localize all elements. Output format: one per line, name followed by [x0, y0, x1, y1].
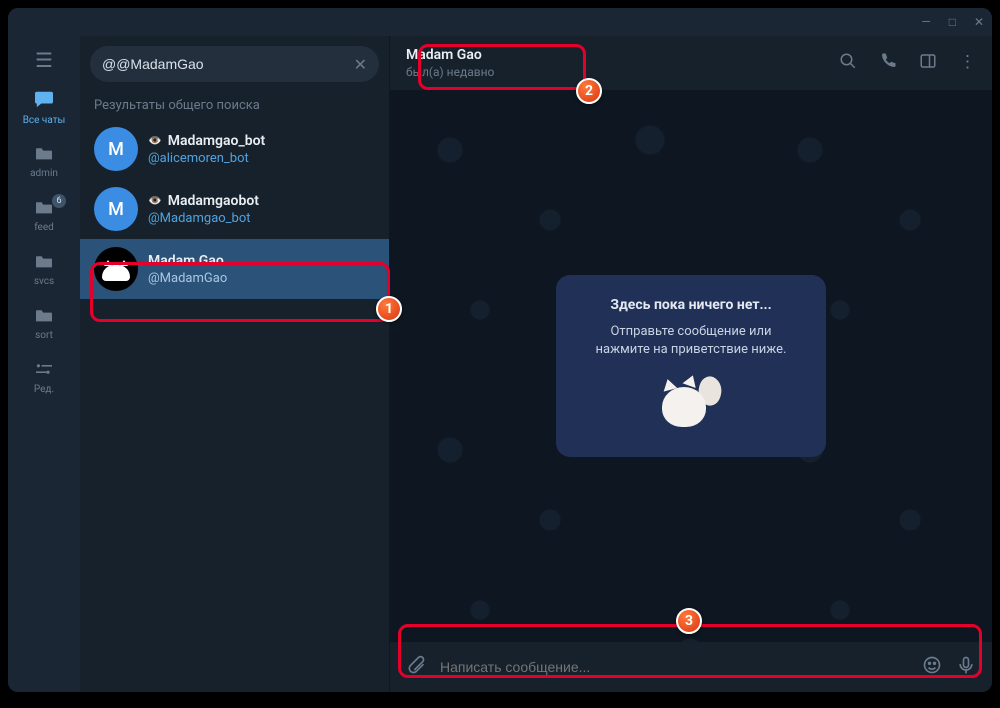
avatar: M	[94, 187, 138, 231]
search-input-wrapper[interactable]: ✕	[90, 46, 379, 82]
folder-icon	[34, 307, 54, 328]
rail-folder-admin[interactable]: admin	[12, 138, 76, 186]
search-input[interactable]	[102, 56, 346, 72]
avatar: M	[94, 127, 138, 171]
empty-subtitle: Отправьте сообщение или нажмите на приве…	[582, 323, 800, 359]
attach-icon[interactable]	[406, 655, 426, 680]
result-handle: @Madamgao_bot	[148, 211, 259, 226]
window-close-icon[interactable]: ✕	[974, 15, 984, 29]
annotation-badge-1: 1	[376, 296, 402, 322]
chat-area: Madam Gao был(а) недавно ⋮	[390, 36, 992, 692]
folder-icon	[34, 253, 54, 274]
result-name: Madamgao_bot	[168, 133, 266, 149]
voice-icon[interactable]	[956, 655, 976, 680]
rail-label: svcs	[34, 276, 54, 287]
folder-rail: ☰ Все чаты admin 6 feed	[8, 36, 80, 692]
search-result[interactable]: M 👁️ Madamgaobot @Madamgao_bot	[80, 179, 389, 239]
chat-body: Здесь пока ничего нет... Отправьте сообщ…	[390, 90, 992, 642]
chat-header: Madam Gao был(а) недавно ⋮	[390, 36, 992, 90]
unread-badge: 6	[52, 194, 66, 208]
menu-icon[interactable]: ☰	[35, 48, 53, 72]
result-handle: @MadamGao	[148, 271, 227, 286]
rail-label: sort	[35, 330, 53, 341]
avatar	[94, 247, 138, 291]
window-minimize-icon[interactable]: —	[921, 15, 930, 29]
result-name: Madamgaobot	[168, 193, 259, 209]
rail-label: Все чаты	[23, 115, 66, 126]
titlebar: — □ ✕	[8, 8, 992, 36]
call-icon[interactable]	[879, 52, 897, 75]
rail-label: feed	[34, 222, 54, 233]
bot-icon: 👁️	[148, 134, 162, 147]
window-maximize-icon[interactable]: □	[949, 15, 956, 29]
app-window: — □ ✕ ☰ Все чаты admin	[8, 8, 992, 692]
more-icon[interactable]: ⋮	[959, 52, 976, 75]
empty-chat-card[interactable]: Здесь пока ничего нет... Отправьте сообщ…	[556, 275, 826, 457]
annotation-badge-3: 3	[676, 608, 702, 634]
rail-edit-folders[interactable]: Ред.	[12, 354, 76, 402]
clear-search-icon[interactable]: ✕	[354, 55, 367, 74]
annotation-badge-2: 2	[576, 78, 602, 104]
rail-label: Ред.	[34, 384, 54, 395]
chat-list-panel: ✕ Результаты общего поиска M 👁️ Madamgao_…	[80, 36, 390, 692]
settings-icon	[34, 361, 54, 382]
message-input[interactable]	[440, 659, 908, 675]
folder-icon	[34, 145, 54, 166]
empty-title: Здесь пока ничего нет...	[582, 297, 800, 313]
emoji-icon[interactable]	[922, 655, 942, 680]
rail-folder-feed[interactable]: 6 feed	[12, 192, 76, 240]
message-input-row	[390, 642, 992, 692]
search-result-selected[interactable]: Madam Gao @MadamGao	[80, 239, 389, 299]
bot-icon: 👁️	[148, 194, 162, 207]
search-section-title: Результаты общего поиска	[80, 90, 389, 119]
rail-folder-svcs[interactable]: svcs	[12, 246, 76, 294]
result-handle: @alicemoren_bot	[148, 151, 265, 166]
rail-label: admin	[30, 168, 58, 179]
search-result[interactable]: M 👁️ Madamgao_bot @alicemoren_bot	[80, 119, 389, 179]
rail-all-chats[interactable]: Все чаты	[12, 84, 76, 132]
greeting-sticker[interactable]	[656, 375, 726, 435]
chat-title: Madam Gao	[406, 47, 494, 63]
rail-folder-sort[interactable]: sort	[12, 300, 76, 348]
folder-icon	[34, 199, 54, 220]
chat-icon	[33, 90, 55, 113]
result-name: Madam Gao	[148, 253, 224, 269]
chat-status: был(а) недавно	[406, 65, 494, 79]
sidebar-toggle-icon[interactable]	[919, 52, 937, 75]
search-icon[interactable]	[839, 52, 857, 75]
